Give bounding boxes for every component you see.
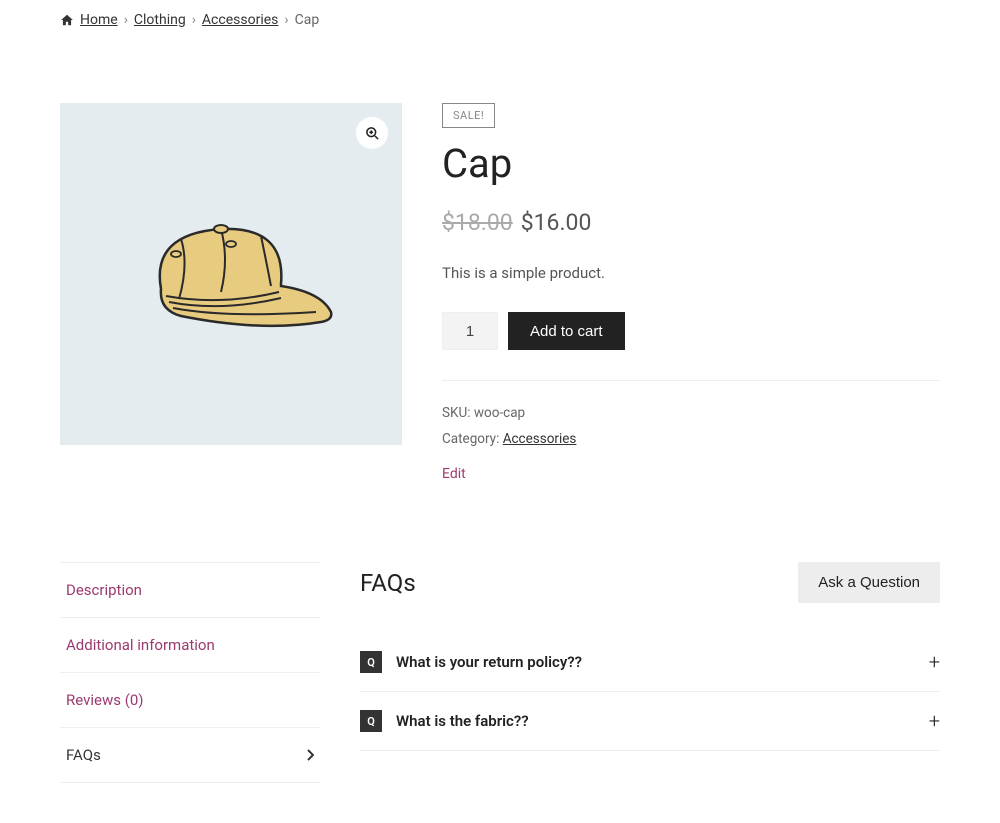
edit-link[interactable]: Edit [442, 466, 940, 482]
faq-heading: FAQs [360, 569, 416, 597]
breadcrumb-home[interactable]: Home [80, 12, 118, 28]
faq-item[interactable]: Q What is your return policy?? + [360, 633, 940, 692]
faq-question-text: What is the fabric?? [396, 712, 915, 730]
breadcrumb-current: Cap [295, 12, 320, 28]
sku-value: woo-cap [474, 405, 525, 421]
old-price: $18.00 [442, 209, 513, 236]
breadcrumb-separator: › [284, 12, 288, 28]
add-to-cart-button[interactable]: Add to cart [508, 312, 625, 350]
q-badge-icon: Q [360, 710, 382, 732]
short-description: This is a simple product. [442, 264, 940, 282]
tab-faqs[interactable]: FAQs [60, 728, 320, 783]
product-tabs: Description Additional information Revie… [60, 562, 320, 783]
plus-icon: + [929, 709, 940, 733]
quantity-input[interactable] [442, 312, 498, 350]
category-row: Category: Accessories [442, 427, 940, 453]
zoom-icon[interactable] [356, 117, 388, 149]
breadcrumb-separator: › [192, 12, 196, 28]
chevron-right-icon [306, 749, 314, 761]
tab-description[interactable]: Description [60, 562, 320, 618]
tab-reviews[interactable]: Reviews (0) [60, 673, 320, 728]
faq-panel: FAQs Ask a Question Q What is your retur… [360, 562, 940, 751]
sale-badge: SALE! [442, 103, 495, 128]
sku-row: SKU: woo-cap [442, 401, 940, 427]
breadcrumb-clothing[interactable]: Clothing [134, 12, 186, 28]
breadcrumb-separator: › [124, 12, 128, 28]
product-summary: SALE! Cap $18.00 $16.00 This is a simple … [442, 103, 940, 482]
home-icon [60, 13, 74, 27]
tab-additional-info[interactable]: Additional information [60, 618, 320, 673]
product-title: Cap [442, 140, 940, 187]
category-link[interactable]: Accessories [503, 431, 577, 447]
breadcrumb: Home › Clothing › Accessories › Cap [60, 12, 940, 28]
cap-illustration [121, 204, 341, 344]
product-image[interactable] [60, 103, 402, 445]
faq-item[interactable]: Q What is the fabric?? + [360, 692, 940, 751]
faq-question-text: What is your return policy?? [396, 653, 915, 671]
new-price: $16.00 [521, 209, 592, 236]
ask-question-button[interactable]: Ask a Question [798, 562, 940, 603]
plus-icon: + [929, 650, 940, 674]
q-badge-icon: Q [360, 651, 382, 673]
product-price: $18.00 $16.00 [442, 209, 940, 236]
breadcrumb-accessories[interactable]: Accessories [202, 12, 278, 28]
